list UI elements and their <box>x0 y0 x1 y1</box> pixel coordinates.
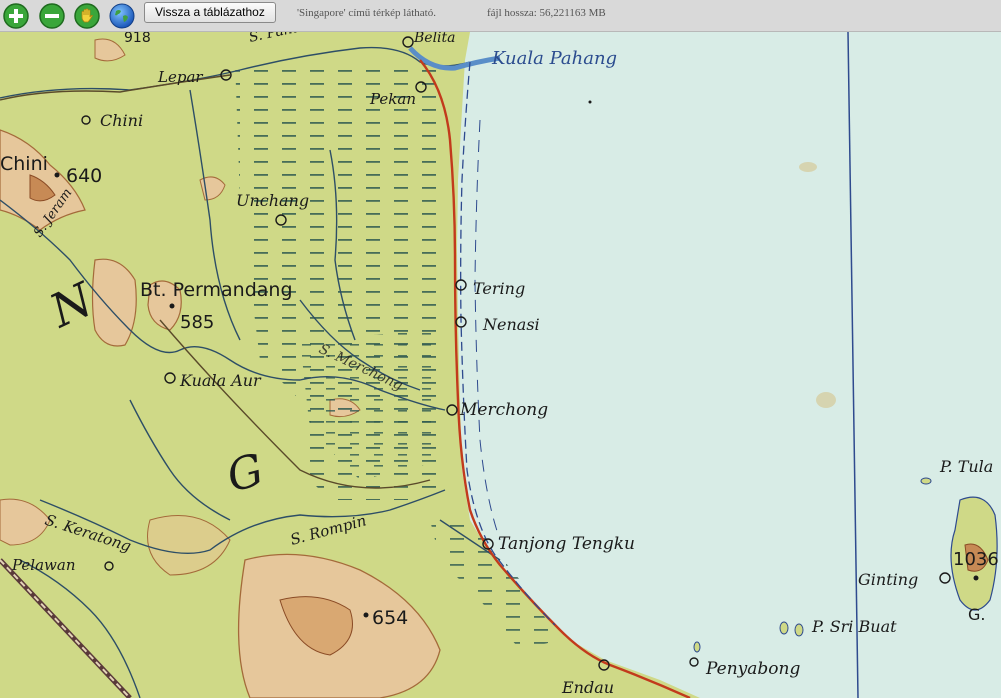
label-p-tula: P. Tula <box>939 457 993 476</box>
label-nenasi: Nenasi <box>482 315 540 334</box>
back-to-table-button[interactable]: Vissza a táblázathoz <box>144 2 276 23</box>
label-tering: Tering <box>473 279 525 298</box>
map-image[interactable]: Belita Kuala Pahang Lepar Pekan Chini Ch… <box>0 32 1001 698</box>
label-pekan: Pekan <box>369 90 416 108</box>
zoom-out-icon <box>39 3 65 29</box>
label-g-island: G. <box>968 605 985 624</box>
zoom-in-button[interactable] <box>2 2 30 30</box>
zoom-out-button[interactable] <box>38 2 66 30</box>
label-unchang: Unchang <box>236 191 309 210</box>
pan-hand-icon <box>74 3 100 29</box>
label-chini: Chini <box>100 111 143 130</box>
label-endau: Endau <box>561 678 614 697</box>
label-p-sri-buat: P. Sri Buat <box>811 617 897 636</box>
globe-icon <box>109 3 135 29</box>
globe-button[interactable] <box>108 2 136 30</box>
label-elevation-1036: 1036 <box>953 549 999 570</box>
label-bt-permandang: Bt. Permandang <box>140 279 293 301</box>
map-title-info: 'Singapore' című térkép látható. <box>297 7 436 19</box>
label-elevation-918: 918 <box>124 32 151 46</box>
label-elevation-654: 654 <box>372 607 408 629</box>
label-merchong: Merchong <box>459 400 548 420</box>
label-elevation-640: 640 <box>66 165 102 187</box>
file-size-info: fájl hossza: 56,221163 MB <box>487 7 606 19</box>
map-viewport[interactable]: Belita Kuala Pahang Lepar Pekan Chini Ch… <box>0 32 1001 698</box>
zoom-in-icon <box>3 3 29 29</box>
label-elevation-585: 585 <box>180 312 214 333</box>
label-tanjong-tengku: Tanjong Tengku <box>498 534 635 554</box>
label-kuala-aur: Kuala Aur <box>179 371 262 390</box>
pan-button[interactable] <box>73 2 101 30</box>
toolbar: Vissza a táblázathoz 'Singapore' című té… <box>0 0 1001 32</box>
label-kuala-pahang: Kuala Pahang <box>491 48 617 69</box>
label-ginting: Ginting <box>858 570 918 589</box>
label-pelawan: Pelawan <box>11 556 75 574</box>
label-lepar: Lepar <box>157 68 203 86</box>
label-penyabong: Penyabong <box>705 659 800 679</box>
label-chini-hill: Chini <box>0 153 48 175</box>
label-belita: Belita <box>413 32 456 46</box>
